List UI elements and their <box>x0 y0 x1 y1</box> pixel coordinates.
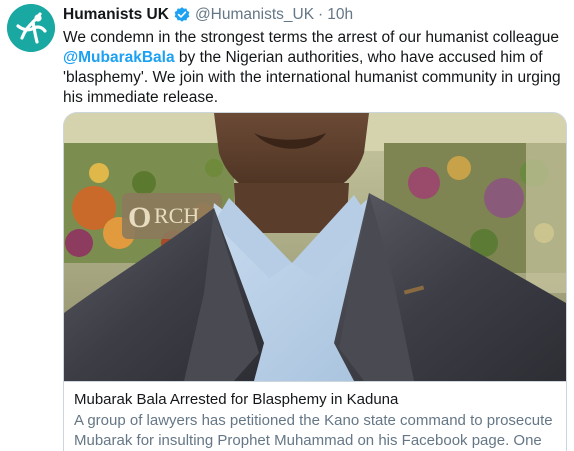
link-preview-photo[interactable]: O RCH <box>64 113 566 381</box>
tweet-text-part: We condemn in the strongest terms the ar… <box>63 29 564 46</box>
timestamp[interactable]: 10h <box>327 6 353 24</box>
mention-link[interactable]: @MubarakBala <box>63 49 175 66</box>
tweet[interactable]: Humanists UK @Humanists_UK · 10h We cond… <box>0 0 574 451</box>
humanist-happy-human-icon <box>7 4 55 52</box>
separator-dot: · <box>318 6 324 23</box>
card-title[interactable]: Mubarak Bala Arrested for Blasphemy in K… <box>74 390 556 409</box>
tweet-header: Humanists UK @Humanists_UK · 10h <box>63 3 353 27</box>
link-preview-card[interactable]: O RCH Mubarak Bala Arrested for Blasphem… <box>63 112 567 451</box>
verified-badge-icon <box>173 6 191 24</box>
display-name[interactable]: Humanists UK <box>63 6 169 24</box>
card-description: A group of lawyers has petitioned the Ka… <box>74 412 553 449</box>
user-handle[interactable]: @Humanists_UK <box>195 6 314 24</box>
svg-text:O: O <box>128 201 151 234</box>
avatar[interactable] <box>7 4 55 52</box>
tweet-text: We condemn in the strongest terms the ar… <box>63 28 563 108</box>
link-preview-body: Mubarak Bala Arrested for Blasphemy in K… <box>64 381 566 451</box>
